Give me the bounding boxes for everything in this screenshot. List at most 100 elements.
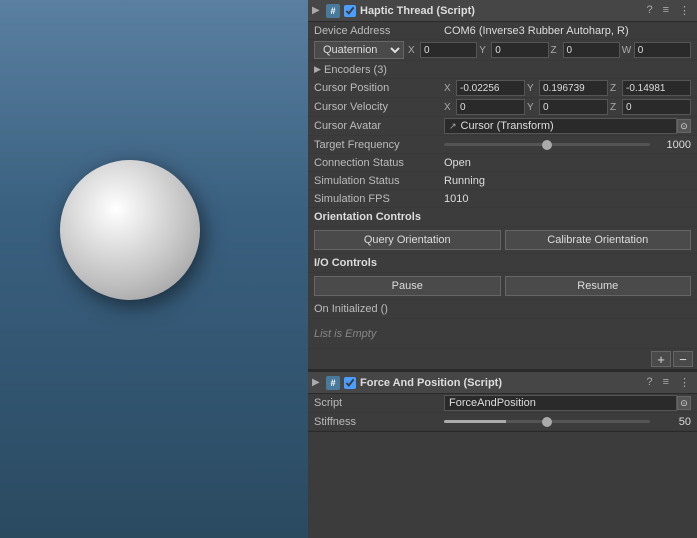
force-position-component: ▶ # Force And Position (Script) ? ≡ ⋮ Sc… — [308, 372, 697, 432]
event-footer: + − — [308, 349, 697, 370]
cv-y-label: Y — [527, 102, 537, 113]
target-frequency-row: Target Frequency 1000 — [308, 136, 697, 154]
stiffness-row: Stiffness 50 — [308, 413, 697, 431]
query-orientation-button[interactable]: Query Orientation — [314, 230, 501, 250]
quaternion-dropdown[interactable]: Quaternion Euler — [314, 41, 404, 59]
cv-z-label: Z — [610, 102, 620, 113]
y-label: Y — [479, 45, 489, 56]
simulation-status-value: Running — [444, 175, 691, 187]
connection-status-label: Connection Status — [314, 157, 444, 169]
target-frequency-slider[interactable] — [444, 143, 650, 146]
stiffness-slider-container: 50 — [444, 416, 691, 428]
list-empty-label: List is Empty — [314, 328, 376, 340]
inspector-panel: ▶ # Haptic Thread (Script) ? ≡ ⋮ Device … — [308, 0, 697, 538]
target-frequency-label: Target Frequency — [314, 139, 444, 151]
io-controls-header: I/O Controls — [308, 254, 697, 273]
fp-component-enabled-checkbox[interactable] — [344, 377, 356, 389]
fp-script-label: Script — [314, 397, 444, 409]
settings-icon[interactable]: ≡ — [660, 3, 672, 18]
cp-x-label: X — [444, 83, 454, 94]
cursor-avatar-field: ↗ Cursor (Transform) — [444, 118, 677, 134]
force-position-header: ▶ # Force And Position (Script) ? ≡ ⋮ — [308, 372, 697, 394]
device-address-value: COM6 (Inverse3 Rubber Autoharp, R) — [444, 25, 691, 37]
cv-x-label: X — [444, 102, 454, 113]
on-initialized-section: On Initialized () List is Empty + − — [308, 300, 697, 371]
fp-menu-icon[interactable]: ⋮ — [676, 375, 693, 390]
target-frequency-slider-container: 1000 — [444, 139, 691, 151]
on-initialized-label: On Initialized () — [314, 303, 388, 315]
script-icon: # — [326, 4, 340, 18]
cv-z-value: 0 — [622, 99, 691, 115]
cursor-position-row: Cursor Position X -0.02256 Y 0.196739 Z … — [308, 79, 697, 98]
fp-collapse-arrow-icon[interactable]: ▶ — [312, 377, 322, 388]
encoders-arrow-icon[interactable]: ▶ — [314, 64, 324, 75]
connection-status-row: Connection Status Open — [308, 154, 697, 172]
cursor-velocity-label: Cursor Velocity — [314, 101, 444, 113]
cp-y-value: 0.196739 — [539, 80, 608, 96]
quat-w-value: 0 — [634, 42, 691, 58]
device-address-row: Device Address COM6 (Inverse3 Rubber Aut… — [308, 22, 697, 40]
cursor-position-label: Cursor Position — [314, 82, 444, 94]
encoders-row: ▶ Encoders (3) — [308, 61, 697, 79]
force-position-title: Force And Position (Script) — [360, 377, 639, 389]
simulation-fps-row: Simulation FPS 1010 — [308, 190, 697, 208]
cursor-avatar-label: Cursor Avatar — [314, 120, 444, 132]
cp-z-label: Z — [610, 83, 620, 94]
pause-button[interactable]: Pause — [314, 276, 501, 296]
calibrate-orientation-button[interactable]: Calibrate Orientation — [505, 230, 692, 250]
cursor-avatar-value: Cursor (Transform) — [461, 120, 672, 132]
io-controls-label: I/O Controls — [314, 257, 377, 269]
simulation-fps-value: 1010 — [444, 193, 691, 205]
resume-button[interactable]: Resume — [505, 276, 692, 296]
fp-script-row: Script ForceAndPosition ⊙ — [308, 394, 697, 413]
haptic-thread-component: ▶ # Haptic Thread (Script) ? ≡ ⋮ Device … — [308, 0, 697, 372]
stiffness-slider[interactable] — [444, 420, 650, 423]
object-picker-button[interactable]: ⊙ — [677, 119, 691, 133]
x-label: X — [408, 45, 418, 56]
help-icon[interactable]: ? — [643, 3, 655, 18]
z-label: Z — [551, 45, 561, 56]
quaternion-row: Quaternion Euler X 0 Y 0 Z 0 W 0 — [308, 40, 697, 61]
simulation-fps-label: Simulation FPS — [314, 193, 444, 205]
remove-event-button[interactable]: − — [673, 351, 693, 367]
stiffness-value: 50 — [656, 416, 691, 428]
orientation-controls-header: Orientation Controls — [308, 208, 697, 227]
cp-z-value: -0.14981 — [622, 80, 691, 96]
collapse-arrow-icon[interactable]: ▶ — [312, 5, 322, 16]
haptic-thread-header: ▶ # Haptic Thread (Script) ? ≡ ⋮ — [308, 0, 697, 22]
cp-x-value: -0.02256 — [456, 80, 525, 96]
simulation-status-row: Simulation Status Running — [308, 172, 697, 190]
unity-viewport — [0, 0, 308, 538]
sphere-object — [60, 160, 200, 300]
encoders-label: Encoders (3) — [324, 64, 387, 76]
cv-y-value: 0 — [539, 99, 608, 115]
haptic-thread-title: Haptic Thread (Script) — [360, 5, 639, 17]
cv-x-value: 0 — [456, 99, 525, 115]
quat-x-value: 0 — [420, 42, 477, 58]
orientation-controls-label: Orientation Controls — [314, 211, 421, 223]
transform-icon: ↗ — [449, 121, 457, 132]
io-button-row: Pause Resume — [308, 273, 697, 300]
target-frequency-value: 1000 — [656, 139, 691, 151]
device-address-label: Device Address — [314, 25, 444, 37]
header-icons: ? ≡ ⋮ — [643, 3, 693, 18]
simulation-status-label: Simulation Status — [314, 175, 444, 187]
menu-icon[interactable]: ⋮ — [676, 3, 693, 18]
fp-script-field: ForceAndPosition — [444, 395, 677, 411]
add-event-button[interactable]: + — [651, 351, 671, 367]
connection-status-value: Open — [444, 157, 691, 169]
cursor-avatar-row: Cursor Avatar ↗ Cursor (Transform) ⊙ — [308, 117, 697, 136]
list-empty-text: List is Empty — [308, 319, 697, 349]
quat-y-value: 0 — [491, 42, 548, 58]
fp-help-icon[interactable]: ? — [643, 375, 655, 390]
fp-settings-icon[interactable]: ≡ — [660, 375, 672, 390]
fp-script-icon: # — [326, 376, 340, 390]
stiffness-label: Stiffness — [314, 416, 444, 428]
orientation-button-row: Query Orientation Calibrate Orientation — [308, 227, 697, 254]
cp-y-label: Y — [527, 83, 537, 94]
component-enabled-checkbox[interactable] — [344, 5, 356, 17]
w-label: W — [622, 45, 632, 56]
fp-header-icons: ? ≡ ⋮ — [643, 375, 693, 390]
fp-object-picker-button[interactable]: ⊙ — [677, 396, 691, 410]
on-initialized-header: On Initialized () — [308, 300, 697, 319]
